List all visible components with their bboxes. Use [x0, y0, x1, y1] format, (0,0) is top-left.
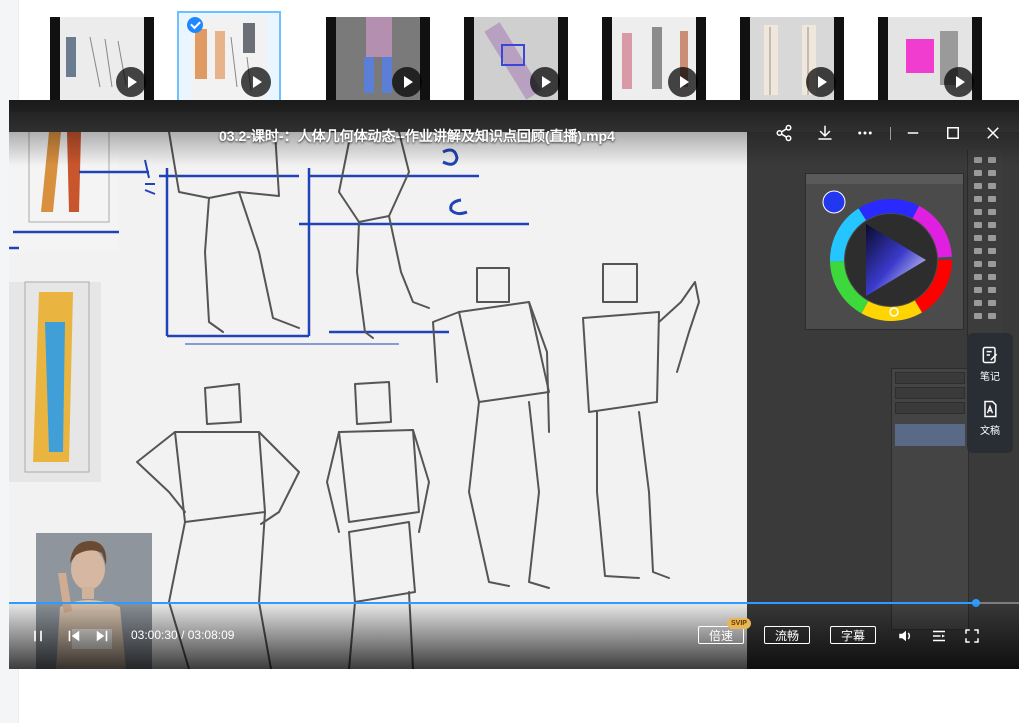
side-tool-panel: 笔记 文稿 — [967, 333, 1013, 453]
time-separator: / — [181, 628, 185, 642]
share-icon[interactable] — [773, 122, 795, 144]
current-time: 03:00:30 — [131, 628, 178, 642]
pause-icon[interactable] — [29, 625, 47, 647]
title-bar-divider — [890, 127, 891, 140]
maximize-icon[interactable] — [942, 122, 964, 144]
skip-next-icon[interactable] — [93, 625, 111, 647]
duration: 03:08:09 — [187, 628, 235, 642]
play-icon[interactable] — [806, 67, 836, 97]
video-frame-color-panel — [805, 173, 964, 330]
svip-badge: SVIP — [727, 618, 751, 629]
video-thumbnail[interactable] — [50, 17, 154, 101]
play-icon[interactable] — [116, 67, 146, 97]
document-label: 文稿 — [980, 426, 1000, 437]
play-icon[interactable] — [392, 67, 422, 97]
volume-icon[interactable] — [897, 625, 915, 647]
fullscreen-icon[interactable] — [963, 625, 981, 647]
play-icon[interactable] — [668, 67, 698, 97]
selected-check-icon — [187, 17, 203, 33]
subtitle-button[interactable]: 字幕 — [830, 626, 876, 644]
download-icon[interactable] — [814, 122, 836, 144]
video-thumbnail[interactable] — [740, 17, 844, 101]
quality-button[interactable]: 流畅 — [764, 626, 810, 644]
notes-button[interactable]: 笔记 — [967, 341, 1013, 387]
play-icon[interactable] — [944, 67, 974, 97]
notes-icon — [982, 346, 998, 364]
document-button[interactable]: 文稿 — [967, 395, 1013, 441]
video-thumbnail[interactable] — [326, 17, 430, 101]
play-icon[interactable] — [241, 67, 271, 97]
video-thumbnail-selected[interactable] — [177, 11, 281, 103]
document-icon — [984, 400, 997, 418]
video-thumbnail[interactable] — [464, 17, 568, 101]
video-player[interactable]: 03.2-课时-：人体几何体动态--作业讲解及知识点回顾(直播).mp4 笔记 … — [9, 100, 1019, 669]
video-frame-layers-panel — [891, 368, 969, 630]
video-title: 03.2-课时-：人体几何体动态--作业讲解及知识点回顾(直播).mp4 — [219, 128, 615, 144]
video-thumbnail-strip — [0, 0, 1031, 103]
skip-previous-icon[interactable] — [65, 625, 83, 647]
playback-time: 03:00:30 / 03:08:09 — [131, 628, 234, 642]
play-icon[interactable] — [530, 67, 560, 97]
close-icon[interactable] — [982, 122, 1004, 144]
notes-label: 笔记 — [980, 372, 1000, 383]
minimize-icon[interactable] — [902, 122, 924, 144]
video-thumbnail[interactable] — [602, 17, 706, 101]
video-thumbnail[interactable] — [878, 17, 982, 101]
player-control-bar: 03:00:30 / 03:08:09 倍速 SVIP 流畅 字幕 — [9, 604, 1019, 669]
more-icon[interactable] — [854, 122, 876, 144]
playlist-icon[interactable] — [930, 625, 948, 647]
